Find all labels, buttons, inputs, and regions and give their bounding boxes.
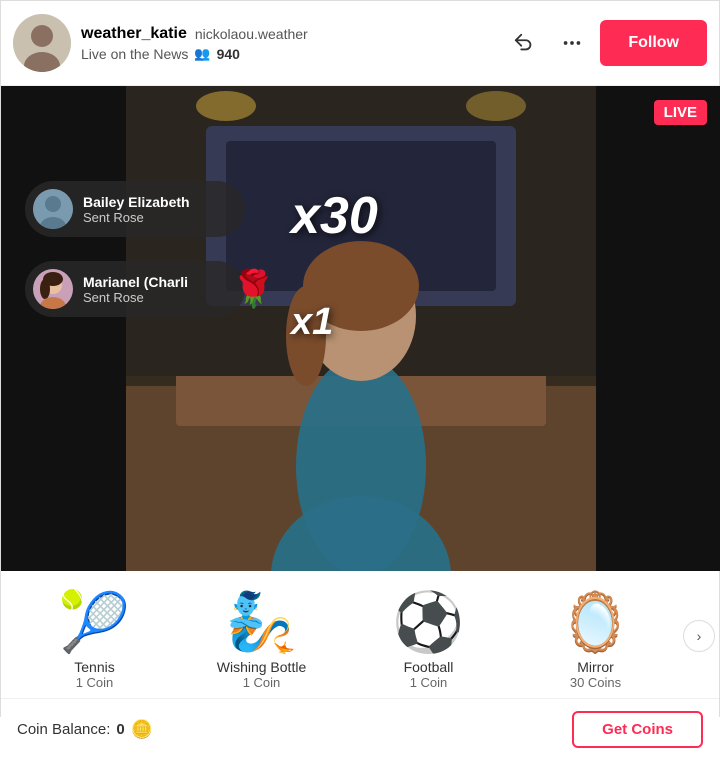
gift-emoji-wishing-bottle: 🧞	[225, 591, 297, 655]
gift-item-mirror[interactable]: 🪞 Mirror 30 Coins	[531, 587, 661, 694]
header-actions: Follow	[504, 20, 707, 66]
coin-balance-label: Coin Balance:	[17, 721, 110, 738]
toast-action-bailey: Sent Rose	[83, 210, 190, 225]
x1-overlay: x1	[291, 301, 333, 344]
header-info: weather_katie nickolaou.weather Live on …	[81, 25, 504, 62]
bottom-panel: 🎾 Tennis 1 Coin 🧞 Wishing Bottle 1 Coin …	[1, 571, 719, 760]
live-badge: LIVE	[654, 100, 707, 125]
x30-overlay: x30	[291, 186, 378, 246]
toast-avatar-bailey	[33, 189, 73, 229]
viewer-count: 940	[217, 46, 240, 62]
gift-item-tennis[interactable]: 🎾 Tennis 1 Coin	[30, 587, 160, 694]
gift-cost-mirror: 30 Coins	[570, 675, 621, 690]
toast-marianel: Marianel (Charli Sent Rose	[25, 261, 245, 317]
video-scene	[126, 86, 596, 571]
get-coins-button[interactable]: Get Coins	[572, 711, 703, 748]
toast-avatar-marianel	[33, 269, 73, 309]
toast-action-marianel: Sent Rose	[83, 290, 188, 305]
coin-count: 0	[116, 721, 124, 738]
toast-name-marianel: Marianel (Charli	[83, 274, 188, 290]
gifts-scroll: 🎾 Tennis 1 Coin 🧞 Wishing Bottle 1 Coin …	[1, 587, 719, 694]
gift-cost-wishing-bottle: 1 Coin	[243, 675, 281, 690]
more-options-button[interactable]	[552, 23, 592, 63]
gift-item-football[interactable]: ⚽ Football 1 Coin	[364, 587, 494, 694]
video-container: LIVE x30 x1 Bailey Elizabeth Sent Rose	[1, 86, 720, 571]
toast-name-bailey: Bailey Elizabeth	[83, 194, 190, 210]
video-right-border	[596, 86, 720, 571]
gift-emoji-mirror: 🪞	[559, 591, 631, 655]
gift-name-mirror: Mirror	[577, 659, 614, 675]
gift-item-wishing-bottle[interactable]: 🧞 Wishing Bottle 1 Coin	[197, 587, 327, 694]
scroll-right-button[interactable]: ›	[683, 620, 715, 652]
gift-cost-football: 1 Coin	[410, 675, 448, 690]
display-name: nickolaou.weather	[195, 26, 308, 42]
avatar	[13, 14, 71, 72]
gift-name-tennis: Tennis	[74, 659, 114, 675]
header: weather_katie nickolaou.weather Live on …	[1, 1, 719, 86]
toast-text-marianel: Marianel (Charli Sent Rose	[83, 274, 188, 305]
gift-name-football: Football	[404, 659, 454, 675]
toast-text-bailey: Bailey Elizabeth Sent Rose	[83, 194, 190, 225]
toast-bailey: Bailey Elizabeth Sent Rose	[25, 181, 245, 237]
coin-bar: Coin Balance: 0 🪙 Get Coins	[1, 698, 719, 760]
gift-emoji-football: ⚽	[392, 591, 464, 655]
username: weather_katie	[81, 25, 187, 43]
gift-name-wishing-bottle: Wishing Bottle	[217, 659, 306, 675]
video-left-border	[1, 86, 126, 571]
gifts-row: 🎾 Tennis 1 Coin 🧞 Wishing Bottle 1 Coin …	[1, 579, 719, 694]
viewers-icon: 👥	[194, 46, 210, 62]
rose-emoji: 🌹	[231, 268, 276, 310]
gift-emoji-tennis: 🎾	[58, 591, 130, 655]
gift-cost-tennis: 1 Coin	[76, 675, 114, 690]
follow-button[interactable]: Follow	[600, 20, 707, 66]
live-on-label: Live on the News	[81, 46, 188, 62]
share-button[interactable]	[504, 23, 544, 63]
coin-icon: 🪙	[131, 719, 153, 740]
